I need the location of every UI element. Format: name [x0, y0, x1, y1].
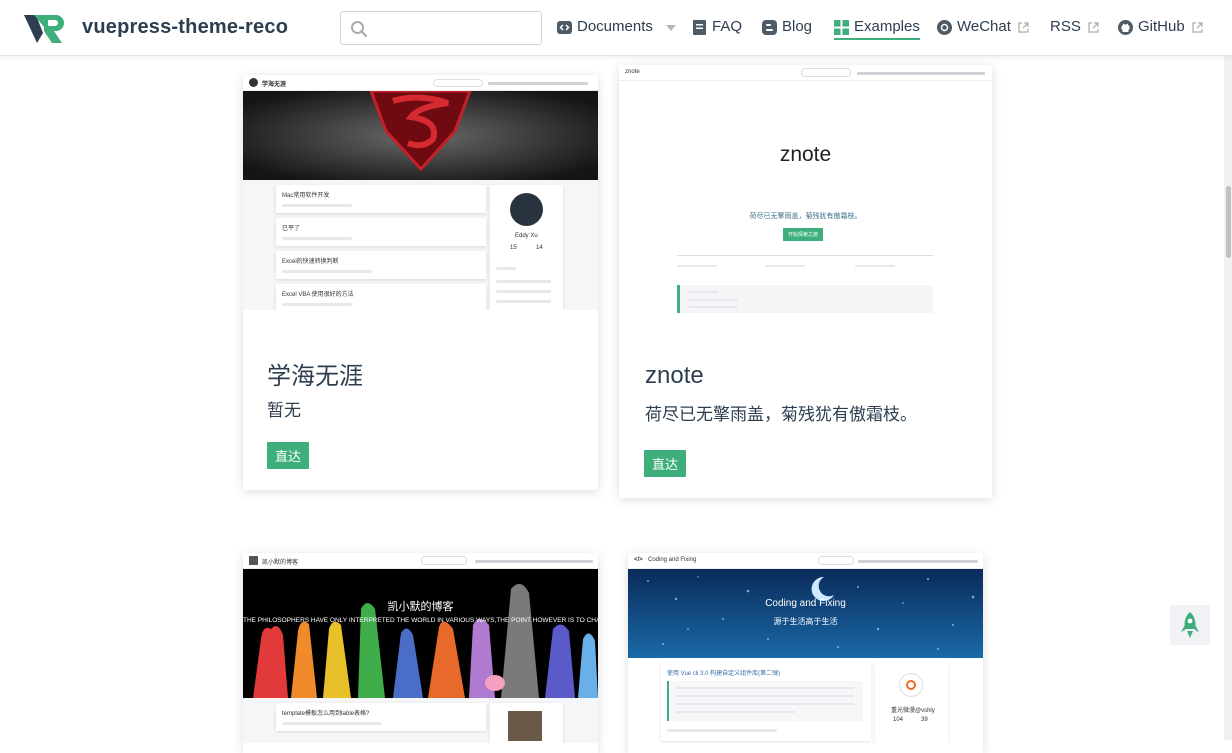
search-box[interactable]: [340, 11, 542, 45]
silhouette-banner: [243, 569, 598, 698]
mini-search: [433, 79, 483, 87]
card-thumbnail[interactable]: 学海无涯 Mac常用软件开发 已平了 Excel的快速转换判断 Excel VB…: [243, 75, 598, 310]
blog-icon: [762, 20, 777, 35]
nav-rss-label: RSS: [1050, 18, 1081, 35]
mini-quote: THE PHILOSOPHERS HAVE ONLY INTERPRETED T…: [243, 617, 598, 624]
goto-button[interactable]: 直达: [267, 442, 310, 469]
card-title: znote: [645, 362, 704, 389]
nav-documents-label: Documents: [577, 18, 653, 35]
mini-tagline: 荷尽已无擎雨盖，菊残犹有傲霜枝。: [749, 213, 862, 220]
site-title[interactable]: vuepress-theme-reco: [82, 16, 288, 39]
mini-search: [818, 556, 854, 565]
reco-logo-icon[interactable]: [24, 11, 66, 45]
starfield-banner: [628, 569, 983, 658]
mini-avatar: [508, 711, 542, 741]
card-description: 暂无: [267, 401, 301, 420]
mini-profile: [490, 703, 563, 743]
nav-faq-label: FAQ: [712, 18, 743, 35]
mini-post: template模板怎么用到table表格?: [276, 703, 486, 731]
mini-navbar: 学海无涯: [243, 75, 598, 91]
rocket-icon: [1181, 612, 1199, 638]
mini-hero-title: Coding and Fixing: [765, 598, 846, 609]
example-card-2[interactable]: znote znote 荷尽已无擎雨盖，菊残犹有傲霜枝。 开始探索之旅 znot…: [619, 65, 992, 498]
nav-examples[interactable]: Examples: [834, 18, 920, 40]
goto-button[interactable]: 直达: [644, 450, 687, 477]
back-to-top-button[interactable]: [1170, 605, 1210, 645]
mini-navbar: znote: [619, 65, 992, 81]
example-card-4[interactable]: </> Coding and Fixing Coding and Fixing …: [628, 553, 983, 753]
chevron-down-icon: [665, 25, 676, 31]
card-thumbnail[interactable]: 凯小默的博客 凯小默的博客 THE PHILOSOPHERS HAVE ONLY…: [243, 553, 598, 743]
search-input[interactable]: [377, 18, 535, 38]
superman-banner: [243, 91, 598, 180]
external-link-icon: [1088, 22, 1099, 33]
nav-blog-label: Blog: [782, 18, 813, 35]
mini-avatar: [249, 78, 258, 87]
mini-search: [421, 556, 467, 565]
external-link-icon: [1192, 22, 1203, 33]
mini-hero-subtitle: 源于生活高于生活: [773, 617, 838, 626]
mini-profile: 重光微漫@vshly 104 39: [875, 663, 948, 743]
mini-site-title: 学海无涯: [262, 82, 287, 88]
nav-faq[interactable]: FAQ: [692, 18, 742, 40]
scrollbar-track[interactable]: [1224, 56, 1232, 740]
mini-profile: Eddy Xu 15 14: [490, 185, 563, 310]
mini-avatar: [249, 556, 258, 565]
wechat-icon: [937, 20, 952, 35]
example-card-3[interactable]: 凯小默的博客 凯小默的博客 THE PHILOSOPHERS HAVE ONLY…: [243, 553, 598, 753]
mini-start-button: 开始探索之旅: [783, 228, 824, 241]
nav-documents[interactable]: Documents: [557, 18, 676, 40]
card-thumbnail[interactable]: znote znote 荷尽已无擎雨盖，菊残犹有傲霜枝。 开始探索之旅: [619, 65, 992, 313]
mini-post: Excel的快速转换判断: [276, 251, 486, 279]
mini-hero-title: 凯小默的博客: [387, 601, 454, 613]
mini-code-logo: </>: [634, 557, 643, 563]
nav-wechat[interactable]: WeChat: [937, 18, 1029, 40]
mini-post: Mac常用软件开发: [276, 185, 486, 213]
card-description: 荷尽已无擎雨盖，菊残犹有傲霜枝。: [645, 405, 917, 424]
mini-hero-title: znote: [779, 143, 832, 166]
code-icon: [557, 21, 572, 34]
nav-wechat-label: WeChat: [957, 18, 1011, 35]
external-link-icon: [1018, 22, 1029, 33]
card-thumbnail[interactable]: </> Coding and Fixing Coding and Fixing …: [628, 553, 983, 743]
mini-navbar: 凯小默的博客: [243, 553, 598, 569]
example-card-1[interactable]: 学海无涯 Mac常用软件开发 已平了 Excel的快速转换判断 Excel VB…: [243, 75, 598, 490]
document-icon: [693, 20, 706, 35]
scrollbar-thumb[interactable]: [1226, 186, 1231, 258]
mini-avatar: [510, 193, 543, 226]
mini-navbar: </> Coding and Fixing: [628, 553, 983, 569]
mini-avatar: [899, 673, 923, 697]
mini-post: Excel VBA 使用很好的方法: [276, 284, 486, 310]
mini-post: 已平了: [276, 218, 486, 246]
nav-rss[interactable]: RSS: [1050, 18, 1099, 40]
mini-post: 使用 Vue cli 3.0 构建自定义组件库(第二弹): [661, 663, 871, 741]
github-icon: [1118, 20, 1133, 35]
nav-examples-label: Examples: [854, 18, 920, 35]
nav-github[interactable]: GitHub: [1118, 18, 1203, 40]
mini-quote: [677, 285, 933, 313]
mini-search: [801, 68, 851, 77]
card-title: 学海无涯: [267, 363, 363, 390]
grid-icon: [834, 20, 849, 35]
navbar: vuepress-theme-reco Documents FAQ Blog E…: [0, 0, 1232, 56]
search-icon: [351, 21, 368, 38]
nav-blog[interactable]: Blog: [762, 18, 812, 40]
nav-github-label: GitHub: [1138, 18, 1185, 35]
